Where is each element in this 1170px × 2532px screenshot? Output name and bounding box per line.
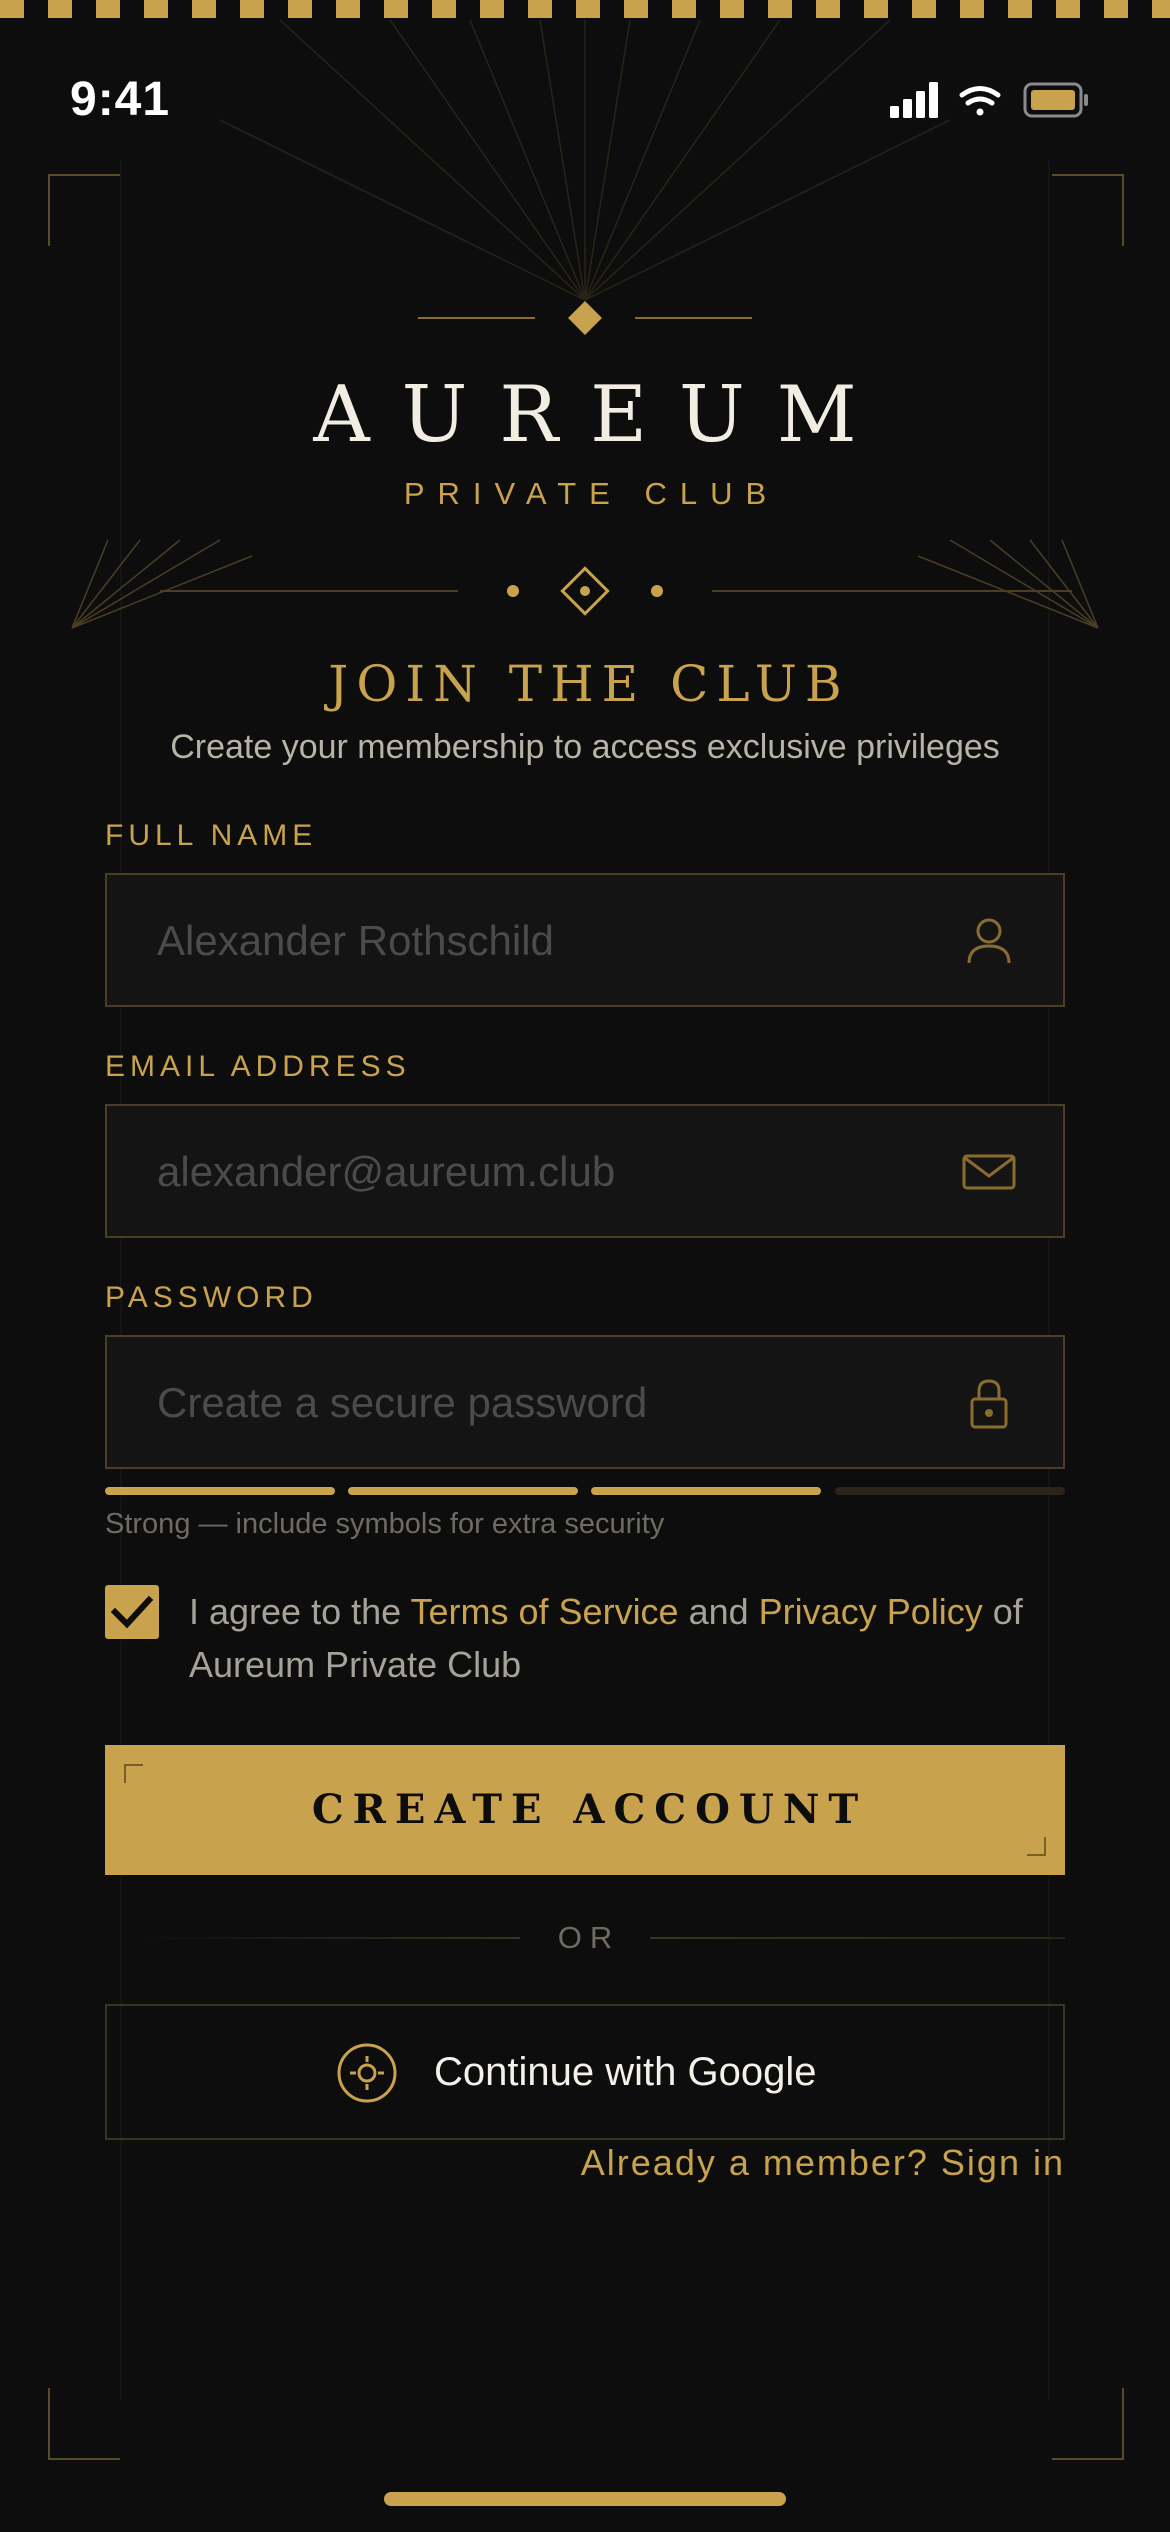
- frame-corner: [1052, 2388, 1124, 2460]
- sunburst-ornament: [71, 19, 1099, 629]
- checkmark-icon: [110, 1595, 154, 1629]
- full-name-label: FULL NAME: [105, 819, 318, 852]
- page-title: JOIN THE CLUB: [328, 655, 850, 713]
- page-subtitle: Create your membership to access exclusi…: [170, 728, 1000, 766]
- strength-segment: [348, 1487, 578, 1495]
- terms-link[interactable]: Terms of Service: [411, 1591, 679, 1632]
- mail-icon: [962, 1154, 1016, 1190]
- full-name-placeholder: Alexander Rothschild: [157, 917, 554, 964]
- full-name-field[interactable]: Alexander Rothschild: [105, 873, 1065, 1007]
- agreement-text: I agree to the Terms of Service and Priv…: [189, 1585, 1069, 1691]
- password-field[interactable]: Create a secure password: [105, 1335, 1065, 1469]
- password-label: PASSWORD: [105, 1281, 318, 1314]
- frame-corner: [48, 2388, 120, 2460]
- signin-link[interactable]: Already a member? Sign in: [581, 2142, 1065, 2184]
- user-icon: [967, 918, 1011, 964]
- home-indicator[interactable]: [384, 2492, 786, 2506]
- email-placeholder: alexander@aureum.club: [157, 1148, 616, 1195]
- strength-segment: [105, 1487, 335, 1495]
- google-signin-label: Continue with Google: [434, 2050, 817, 2094]
- brand-logo: AUREUM: [313, 370, 889, 460]
- google-signin-button[interactable]: Continue with Google: [105, 2004, 1065, 2140]
- google-icon: [337, 2043, 397, 2103]
- password-placeholder: Create a secure password: [157, 1379, 648, 1426]
- create-account-label: CREATE ACCOUNT: [311, 1786, 868, 1833]
- email-field[interactable]: alexander@aureum.club: [105, 1104, 1065, 1238]
- privacy-link[interactable]: Privacy Policy: [759, 1591, 983, 1632]
- email-label: EMAIL ADDRESS: [105, 1050, 411, 1083]
- brand-tagline: PRIVATE CLUB: [403, 476, 780, 511]
- or-divider-label: OR: [557, 1920, 621, 1955]
- strength-segment: [591, 1487, 821, 1495]
- agreement-prefix: I agree to the: [189, 1591, 411, 1632]
- strength-hint: Strong — include symbols for extra secur…: [105, 1508, 665, 1540]
- strength-segment-empty: [835, 1487, 1065, 1495]
- agreement-middle: and: [678, 1591, 759, 1632]
- lock-icon: [970, 1379, 1008, 1429]
- agree-checkbox[interactable]: [105, 1585, 159, 1639]
- create-account-button[interactable]: CREATE ACCOUNT: [105, 1745, 1065, 1875]
